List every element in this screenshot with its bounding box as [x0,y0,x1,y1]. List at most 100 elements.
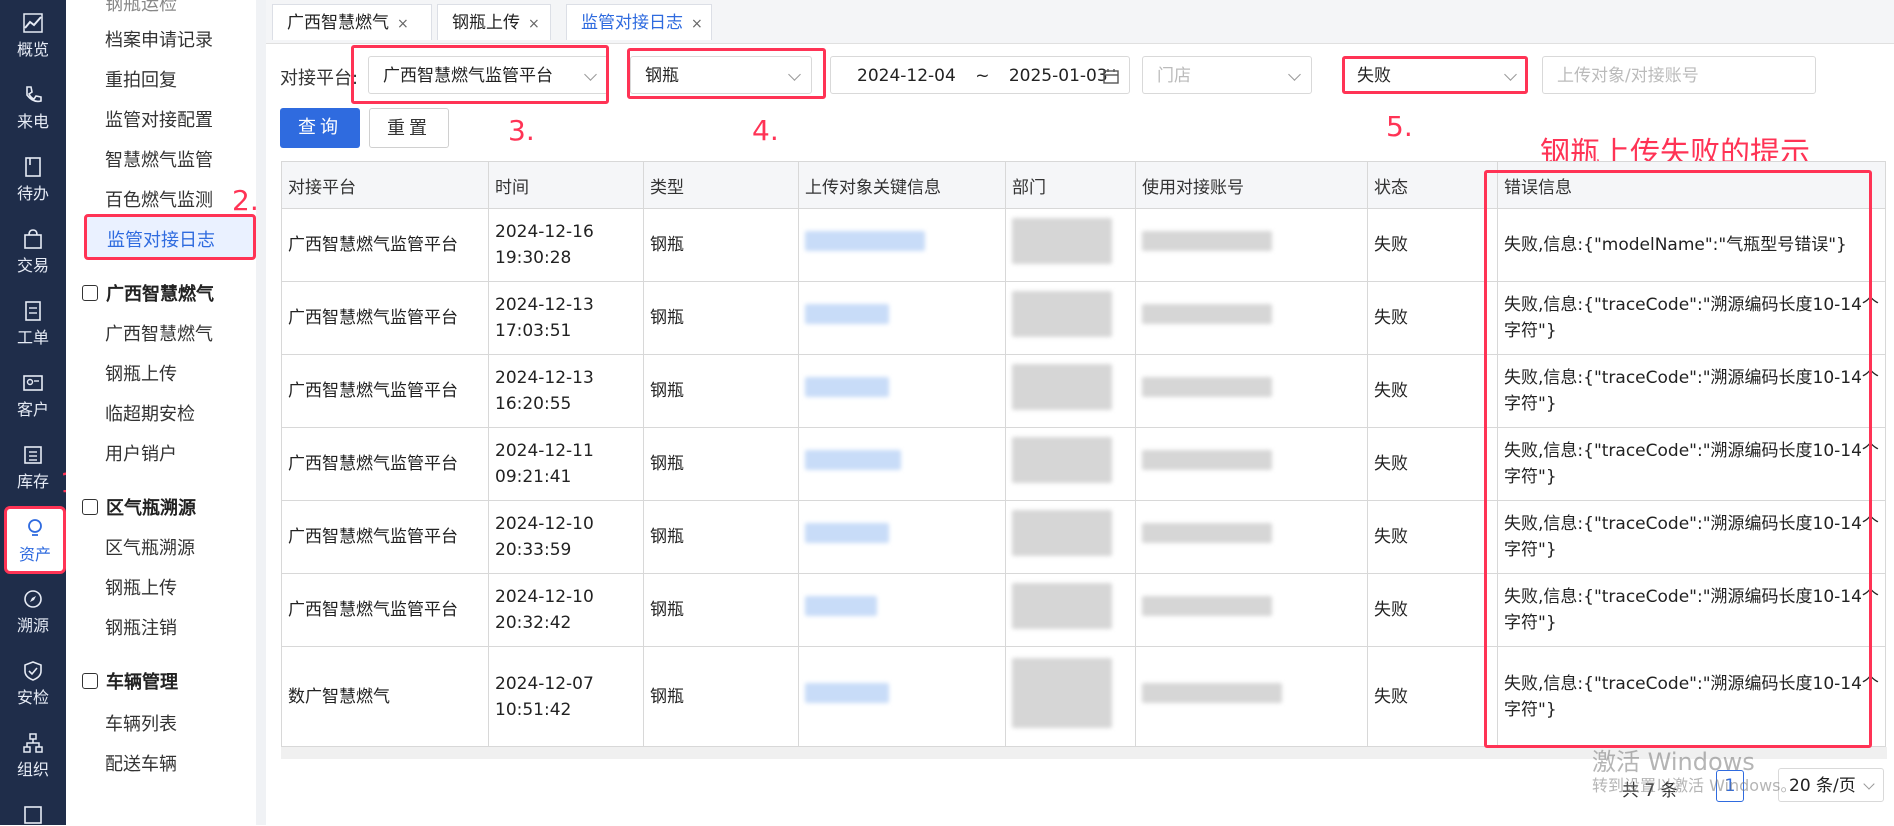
phone-icon [26,86,42,103]
cell-type: 钢瓶 [643,427,799,501]
compass-icon [24,590,42,608]
redacted-block [1012,218,1112,264]
select-placeholder: 门店 [1157,66,1191,86]
cell-type: 钢瓶 [643,354,799,428]
menu-item[interactable]: 档案申请记录 [105,26,213,52]
menu-item[interactable]: 监管对接配置 [105,106,213,132]
cell-date: 2024-12-13 [495,295,594,315]
search-input[interactable]: 上传对象/对接账号 [1542,56,1816,94]
cell-clock: 20:33:59 [495,540,572,560]
rail-item-org[interactable]: 组织 [0,724,66,788]
bulb-icon [28,519,42,536]
redacted-block [1142,450,1272,470]
tab[interactable]: 钢瓶上传 × [437,4,551,40]
rail-label: 组织 [16,760,49,779]
bag-icon [24,229,42,249]
rail-item-trade[interactable]: 交易 [0,220,66,284]
column-header: 对接平台 [281,161,489,209]
menu-item[interactable]: 百色燃气监测 [105,186,213,212]
search-doc-icon [82,499,98,515]
cell-account-redacted [1135,281,1368,355]
cell-status: 失败 [1367,646,1498,747]
close-icon[interactable]: × [397,16,409,32]
redacted-block [1142,304,1272,324]
chart-icon [23,13,43,33]
query-button[interactable]: 查询 [280,108,360,148]
cell-time: 2024-12-13 17:03:51 [488,281,644,355]
menu-item-active[interactable]: 监管对接日志 [84,214,256,260]
rail-item-todo[interactable]: 待办 [0,148,66,212]
redacted-block [805,231,925,251]
cell-dept-redacted [1005,427,1136,501]
cell-dept-redacted [1005,354,1136,428]
cell-time: 2024-12-10 20:32:42 [488,573,644,647]
cell-platform: 广西智慧燃气监管平台 [281,427,489,501]
rail-item-customer[interactable]: 客户 [0,364,66,428]
menu-item[interactable]: 车辆列表 [105,710,177,736]
menu-item-partial[interactable]: 钢瓶运检 [105,0,177,16]
store-select[interactable]: 门店 [1142,56,1312,94]
rail-label: 客户 [16,400,49,419]
cell-object-redacted [798,427,1006,501]
menu-group[interactable]: 车辆管理 [82,668,178,694]
annotation-box-5 [1342,56,1528,94]
redacted-block [1142,377,1272,397]
cell-object-redacted [798,646,1006,747]
cell-platform: 广西智慧燃气监管平台 [281,573,489,647]
menu-group[interactable]: 广西智慧燃气 [82,280,214,306]
rail-item-security[interactable]: 安检 [0,652,66,716]
menu-item[interactable]: 钢瓶上传 [105,360,177,386]
cell-clock: 19:30:28 [495,248,572,268]
tab-label: 钢瓶上传 [452,13,520,33]
menu-group[interactable]: 区气瓶溯源 [82,494,196,520]
close-icon[interactable]: × [528,16,540,32]
redacted-block [805,304,889,324]
watermark-line2: 转到设置以激活 Windows。 [1592,776,1797,795]
date-range-picker[interactable]: 2024-12-04 ~ 2025-01-03 [830,56,1130,94]
column-header: 时间 [488,161,644,209]
menu-item[interactable]: 用户销户 [105,440,177,466]
menu-item[interactable]: 配送车辆 [105,750,177,776]
cell-platform: 广西智慧燃气监管平台 [281,354,489,428]
menu-item[interactable]: 临超期安检 [105,400,195,426]
cell-date: 2024-12-11 [495,441,594,461]
cell-object-redacted [798,281,1006,355]
redacted-block [805,682,889,703]
annotation-box-errors [1484,170,1872,748]
rail-item-more[interactable] [0,796,66,825]
tab-active[interactable]: 监管对接日志 × [566,4,712,40]
rail-item-assets[interactable]: 资产 [4,506,66,574]
redacted-block [1142,231,1272,251]
menu-item[interactable]: 区气瓶溯源 [105,534,195,560]
cell-time: 2024-12-16 19:30:28 [488,208,644,282]
tab[interactable]: 广西智慧燃气 × [272,4,432,40]
shield-icon [82,285,98,301]
menu-item[interactable]: 智慧燃气监管 [105,146,213,172]
platform-label: 对接平台: [280,68,359,89]
column-header: 部门 [1005,161,1136,209]
cell-account-redacted [1135,354,1368,428]
close-icon[interactable]: × [691,16,703,32]
inventory-icon [24,446,42,464]
redacted-block [805,523,889,543]
redacted-block [805,377,889,397]
menu-item[interactable]: 重拍回复 [105,66,177,92]
menu-item[interactable]: 广西智慧燃气 [105,320,213,346]
rail-item-overview[interactable]: 概览 [0,4,66,68]
redacted-block [1012,657,1112,728]
menu-item[interactable]: 钢瓶上传 [105,574,177,600]
menu-item[interactable]: 钢瓶注销 [105,614,177,640]
rail-item-ticket[interactable]: 工单 [0,292,66,356]
menu-group-label: 广西智慧燃气 [106,284,214,305]
rail-item-trace[interactable]: 溯源 [0,580,66,644]
rail-label: 库存 [16,472,49,491]
rail-item-inventory[interactable]: 库存 [0,436,66,500]
redacted-block [1012,437,1112,483]
reset-button[interactable]: 重置 [369,108,449,148]
cell-dept-redacted [1005,646,1136,747]
column-header: 状态 [1367,161,1498,209]
tab-label: 监管对接日志 [581,13,683,33]
tab-label: 广西智慧燃气 [287,13,389,33]
search-placeholder: 上传对象/对接账号 [1557,66,1699,86]
rail-item-calls[interactable]: 来电 [0,76,66,140]
